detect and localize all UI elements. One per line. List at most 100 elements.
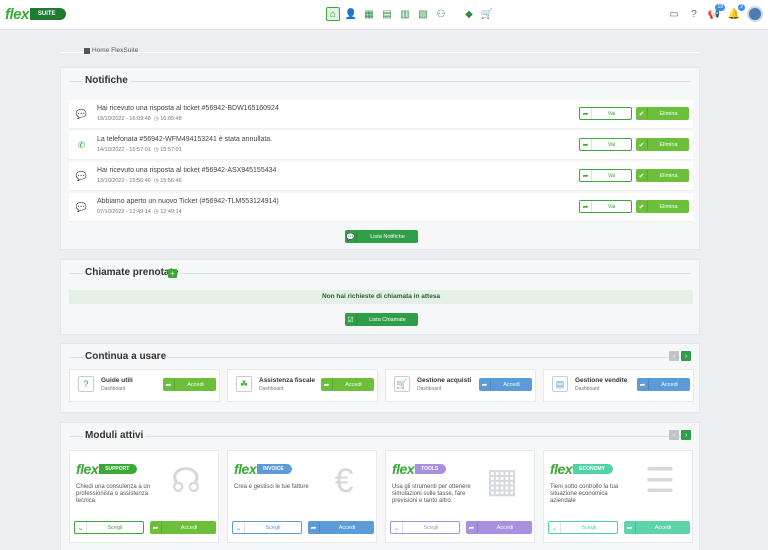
shortcut-card-vendite[interactable]: ▤ Gestione vendite Dashboard ➦ Accedi xyxy=(543,369,694,402)
notification-row: 💬 Hai ricevuto una risposta al ticket #5… xyxy=(69,100,693,129)
tools-illustration-icon: ▦ xyxy=(485,462,519,500)
accedi-button[interactable]: ➦ Accedi xyxy=(466,521,532,534)
accedi-button[interactable]: ➦ Accedi xyxy=(163,378,216,391)
avatar[interactable] xyxy=(747,6,763,22)
notification-row: ✆ La telefonata #56942-WFM494153241 è st… xyxy=(69,131,693,160)
module-logo: flex ECONOMY xyxy=(550,461,613,477)
check-icon: ✔ xyxy=(636,170,648,181)
prev-arrow-icon[interactable]: ‹ xyxy=(669,430,679,440)
breadcrumb[interactable]: Home FlexSuite xyxy=(84,47,138,54)
module-card-tools: flex TOOLS ▦ Usa gli strumenti per otten… xyxy=(385,450,535,543)
clover-icon: ☘ xyxy=(236,376,252,392)
chart-icon[interactable]: ▥ xyxy=(398,7,412,21)
megaphone-icon[interactable]: 📢 19 xyxy=(707,4,725,21)
module-description: Tieni sotto controllo la tua situazione … xyxy=(550,484,619,504)
notification-date: 07/10/2022 - 12:49:14 ◷ 12:49:14 xyxy=(97,209,182,215)
share-icon: ➦ xyxy=(580,108,592,119)
card-subtitle: Dashboard xyxy=(417,386,442,392)
chat-icon: 💬 xyxy=(75,109,88,119)
next-arrow-icon[interactable]: › xyxy=(681,430,691,440)
accedi-button[interactable]: ➦ Accedi xyxy=(637,378,690,391)
flexsuite-logo[interactable]: flex SUITE xyxy=(5,5,66,23)
panel-title: Notifiche xyxy=(83,75,130,86)
chat-icon: 💬 xyxy=(75,171,88,181)
vai-button[interactable]: ➦ Vai xyxy=(579,138,632,151)
elimina-button[interactable]: ✔ Elimina xyxy=(636,138,689,151)
prev-arrow-icon[interactable]: ‹ xyxy=(669,351,679,361)
scegli-button[interactable]: ⌄ Scegli xyxy=(390,521,460,534)
share-icon: ➦ xyxy=(624,522,636,533)
invoice-illustration-icon: € xyxy=(334,461,354,500)
help-icon: ? xyxy=(78,376,94,392)
basket-icon: 🛒 xyxy=(394,376,410,392)
scegli-button[interactable]: ⌄ Scegli xyxy=(232,521,302,534)
carousel-arrows: ‹ › xyxy=(669,430,691,440)
calculator-icon[interactable]: ▦ xyxy=(362,7,376,21)
notifications-panel: Notifiche 💬 Hai ricevuto una risposta al… xyxy=(60,67,700,250)
tag-icon[interactable]: ◆ xyxy=(462,7,476,21)
module-card-economy: flex ECONOMY ☰ Tieni sotto controllo la … xyxy=(543,450,693,543)
lista-chiamate-button[interactable]: ☑ Lista Chiamate xyxy=(345,313,418,326)
add-call-button[interactable]: + xyxy=(168,269,177,278)
home-icon[interactable]: ⌂ xyxy=(326,7,340,21)
shortcut-card-acquisti[interactable]: 🛒 Gestione acquisti Dashboard ➦ Accedi xyxy=(385,369,536,402)
card-title: Gestione acquisti xyxy=(417,377,472,384)
home-small-icon xyxy=(84,47,90,54)
notification-text: La telefonata #56942-WFM494153241 è stat… xyxy=(97,136,273,143)
logo-suite-tag: SUITE xyxy=(29,8,66,20)
scegli-button[interactable]: ⌄ Scegli xyxy=(74,521,144,534)
main-nav: ⌂ 👤 ▦ ▤ ▥ ▧ ⚇ ◆ 🛒 xyxy=(326,7,494,21)
card-title: Guide utili xyxy=(101,377,133,384)
module-description: Usa gli strumenti per ottenere simulazio… xyxy=(392,484,471,504)
accedi-button[interactable]: ➦ Accedi xyxy=(150,521,216,534)
notification-row: 💬 Hai ricevuto una risposta al ticket #5… xyxy=(69,162,693,191)
breadcrumb-label: Home FlexSuite xyxy=(92,47,139,54)
share-icon: ➦ xyxy=(466,522,478,533)
check-icon: ✔ xyxy=(636,108,648,119)
person-tree-icon[interactable]: ⚇ xyxy=(434,7,448,21)
share-icon: ➦ xyxy=(479,379,491,390)
accedi-button[interactable]: ➦ Accedi xyxy=(321,378,374,391)
next-arrow-icon[interactable]: › xyxy=(681,351,691,361)
card-title: Assistenza fiscale xyxy=(259,377,316,384)
share-icon: ➦ xyxy=(150,522,162,533)
chevron-down-icon: ⌄ xyxy=(233,522,245,533)
shortcut-card-guide[interactable]: ? Guide utili Dashboard ➦ Accedi xyxy=(69,369,220,402)
vai-button[interactable]: ➦ Vai xyxy=(579,107,632,120)
phone-icon: ✆ xyxy=(77,140,86,150)
document-icon[interactable]: ▧ xyxy=(416,7,430,21)
register-icon: ▤ xyxy=(552,376,568,392)
logo-word: flex xyxy=(5,5,29,23)
continue-using-panel: Continua a usare ‹ › ? Guide utili Dashb… xyxy=(60,343,700,413)
top-bar: flex SUITE ⌂ 👤 ▦ ▤ ▥ ▧ ⚇ ◆ 🛒 ▭ ? 📢 19 🔔 2 xyxy=(0,0,768,30)
accedi-button[interactable]: ➦ Accedi xyxy=(624,521,690,534)
help-icon[interactable]: ? xyxy=(687,7,701,21)
cart-icon[interactable]: 🛒 xyxy=(480,7,494,21)
accedi-button[interactable]: ➦ Accedi xyxy=(308,521,374,534)
notification-row: 💬 Abbiamo aperto un nuovo Ticket (#56942… xyxy=(69,193,693,222)
scegli-button[interactable]: ⌄ Scegli xyxy=(548,521,618,534)
accedi-button[interactable]: ➦ Accedi xyxy=(479,378,532,391)
notification-date: 13/10/2022 - 15:56:46 ◷ 15:56:46 xyxy=(97,178,182,184)
invoice-icon[interactable]: ▤ xyxy=(380,7,394,21)
chevron-down-icon: ⌄ xyxy=(391,522,403,533)
elimina-button[interactable]: ✔ Elimina xyxy=(636,169,689,182)
notification-text: Hai ricevuto una risposta al ticket #569… xyxy=(97,167,277,174)
vai-button[interactable]: ➦ Vai xyxy=(579,169,632,182)
chevron-down-icon: ⌄ xyxy=(75,522,87,533)
video-icon[interactable]: ▭ xyxy=(667,7,681,21)
share-icon: ➦ xyxy=(580,139,592,150)
panel-title: Chiamate prenotate xyxy=(83,267,181,278)
elimina-button[interactable]: ✔ Elimina xyxy=(636,107,689,120)
booked-calls-panel: Chiamate prenotate + Non hai richieste d… xyxy=(60,259,700,335)
bell-icon[interactable]: 🔔 2 xyxy=(727,4,745,21)
shortcut-card-assistenza[interactable]: ☘ Assistenza fiscale Dashboard ➦ Accedi xyxy=(227,369,378,402)
chat-icon: 💬 xyxy=(75,202,88,212)
vai-button[interactable]: ➦ Vai xyxy=(579,200,632,213)
lista-notifiche-button[interactable]: 💬 Lista Notifiche xyxy=(345,230,418,243)
carousel-arrows: ‹ › xyxy=(669,351,691,361)
chevron-down-icon: ⌄ xyxy=(549,522,561,533)
user-icon[interactable]: 👤 xyxy=(344,7,358,21)
elimina-button[interactable]: ✔ Elimina xyxy=(636,200,689,213)
share-icon: ➦ xyxy=(637,379,649,390)
